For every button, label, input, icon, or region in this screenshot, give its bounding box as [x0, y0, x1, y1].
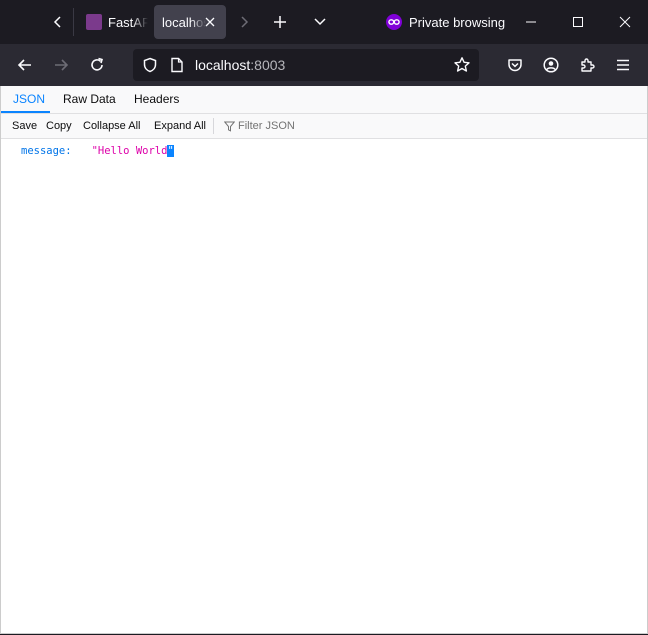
json-value-text: "Hello World	[91, 145, 168, 157]
navigation-toolbar: localhost:8003	[0, 44, 648, 86]
expand-all-button[interactable]: Expand All	[154, 114, 206, 138]
chevron-down-icon	[314, 18, 326, 26]
collapse-all-button[interactable]: Collapse All	[83, 114, 140, 138]
arrow-left-icon	[17, 59, 31, 71]
arrow-right-icon	[55, 59, 69, 71]
account-button[interactable]	[536, 50, 566, 80]
account-icon	[543, 57, 559, 73]
save-button[interactable]: Save	[12, 114, 37, 138]
application-menu-button[interactable]	[608, 50, 638, 80]
json-row[interactable]: message: "Hello World"	[21, 143, 174, 159]
tab-title: localhost:8003	[162, 14, 206, 30]
tab-json[interactable]: JSON	[3, 86, 55, 113]
tab-raw-data[interactable]: Raw Data	[53, 86, 126, 113]
viewer-tab-bar: JSON Raw Data Headers	[1, 86, 647, 114]
list-all-tabs-button[interactable]	[306, 7, 334, 37]
chevron-left-icon	[53, 16, 61, 28]
address-bar[interactable]: localhost:8003	[133, 49, 479, 81]
tab-title: FastAPI	[108, 14, 148, 30]
scroll-tabs-right-button[interactable]	[230, 7, 258, 37]
extensions-button[interactable]	[572, 50, 602, 80]
minimize-window-button[interactable]	[508, 0, 554, 44]
fastapi-favicon-icon	[86, 14, 102, 30]
minimize-icon	[526, 21, 536, 23]
tracking-protection-shield-icon[interactable]	[141, 56, 159, 74]
bookmark-star-icon[interactable]	[453, 56, 471, 74]
reload-button[interactable]	[82, 50, 112, 80]
forward-button[interactable]	[46, 50, 76, 80]
tab-strip: FastAPI localhost:8003 Private browsing	[0, 0, 648, 44]
page-info-icon[interactable]	[169, 57, 185, 73]
new-tab-button[interactable]	[266, 7, 294, 37]
filter-funnel-icon	[223, 120, 235, 132]
pocket-icon	[508, 59, 522, 72]
copy-button[interactable]: Copy	[46, 114, 72, 138]
tab-headers[interactable]: Headers	[124, 86, 189, 113]
puzzle-piece-icon	[581, 58, 595, 72]
back-button[interactable]	[10, 50, 40, 80]
close-window-button[interactable]	[602, 0, 648, 44]
plus-icon	[274, 16, 286, 28]
url-port: :8003	[250, 57, 286, 73]
tab-separator	[73, 8, 74, 36]
private-mask-icon	[386, 14, 402, 30]
maximize-icon	[573, 17, 583, 27]
text-selection: "	[167, 145, 174, 157]
save-to-pocket-button[interactable]	[500, 50, 530, 80]
reload-icon	[91, 57, 103, 71]
tab-fastapi[interactable]: FastAPI	[80, 5, 148, 39]
private-browsing-label: Private browsing	[409, 14, 506, 30]
private-browsing-indicator: Private browsing	[386, 12, 505, 32]
chevron-right-icon	[241, 16, 249, 28]
filter-json-input[interactable]: Filter JSON	[223, 114, 295, 138]
json-string-value: "Hello World"	[92, 145, 174, 157]
filter-placeholder: Filter JSON	[238, 120, 295, 132]
json-key: message:	[21, 145, 72, 157]
json-toolbar: Save Copy Collapse All Expand All Filter…	[1, 114, 647, 139]
scroll-tabs-left-button[interactable]	[44, 7, 72, 37]
url-host: localhost	[195, 57, 251, 73]
close-icon	[205, 17, 215, 27]
close-icon	[619, 16, 631, 28]
toolbar-separator	[213, 118, 214, 134]
maximize-window-button[interactable]	[555, 0, 601, 44]
close-tab-button[interactable]	[202, 14, 218, 30]
hamburger-menu-icon	[617, 59, 629, 71]
json-viewer: JSON Raw Data Headers Save Copy Collapse…	[0, 86, 648, 634]
tab-localhost[interactable]: localhost:8003	[154, 5, 226, 39]
url-text[interactable]: localhost:8003	[195, 57, 285, 73]
